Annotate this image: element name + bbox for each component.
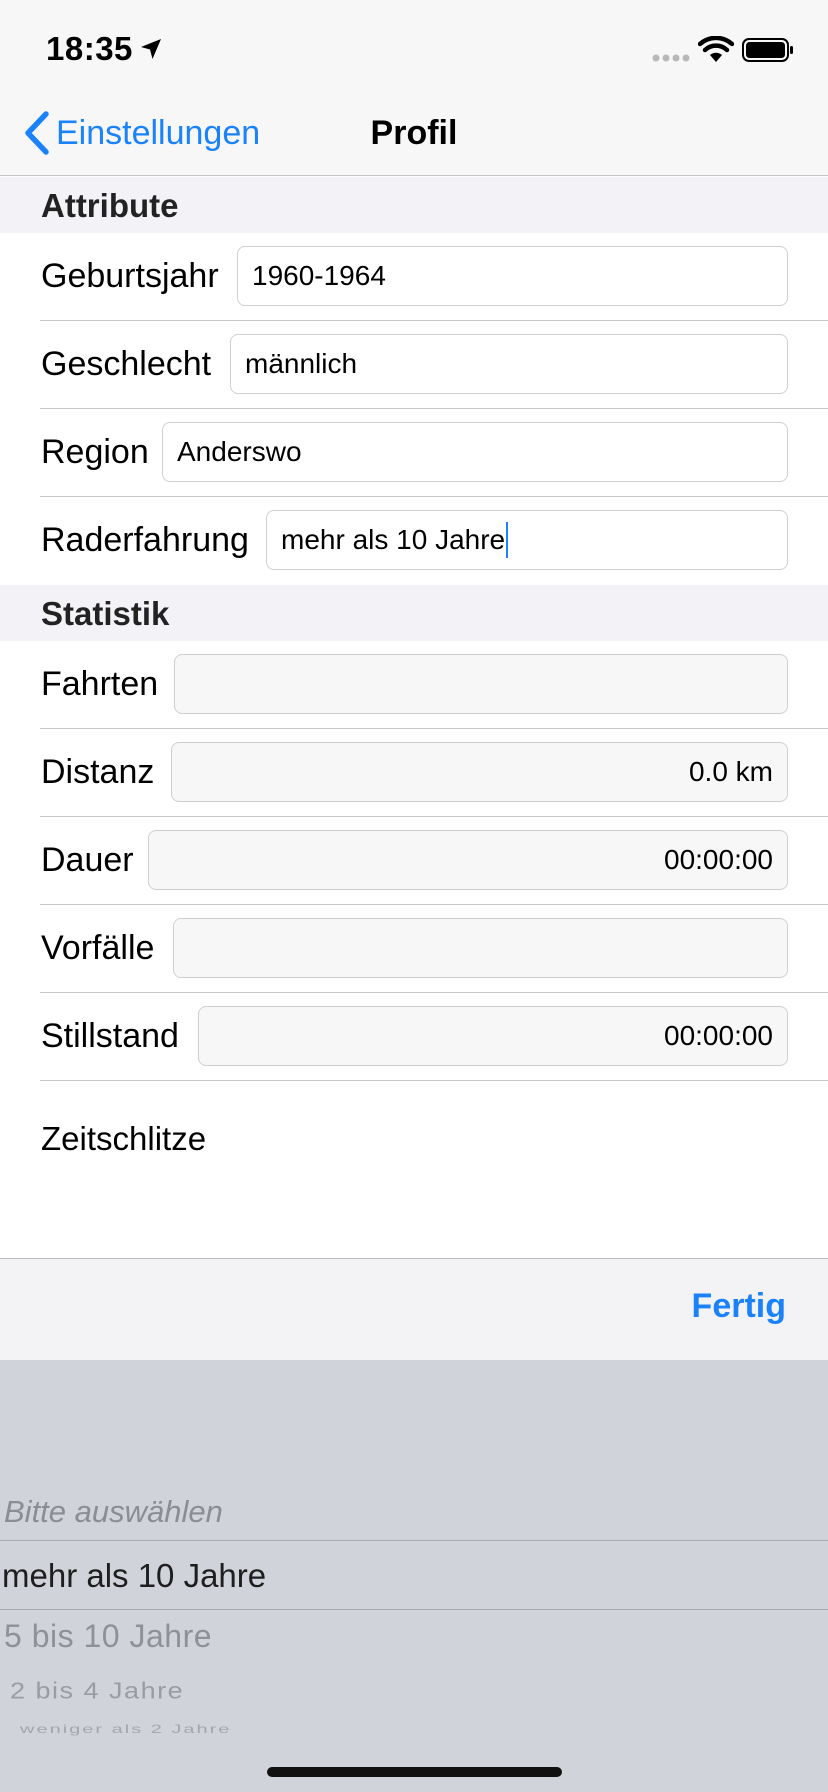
- row-dauer: Dauer 00:00:00: [0, 817, 828, 905]
- picker-selection-line-top: [0, 1540, 828, 1541]
- battery-icon: [742, 38, 793, 62]
- picker-option[interactable]: 2 bis 4 Jahre: [10, 1678, 184, 1705]
- signal-dots-icon: [652, 54, 690, 62]
- fahrten-field: [174, 654, 788, 714]
- row-label: Fahrten: [41, 665, 159, 703]
- row-label: Geburtsjahr: [41, 257, 219, 295]
- picker-option[interactable]: weniger als 2 Jahre: [20, 1723, 231, 1737]
- geschlecht-field[interactable]: männlich: [230, 334, 788, 394]
- field-value: 00:00:00: [664, 1020, 773, 1051]
- done-button[interactable]: Fertig: [692, 1287, 786, 1326]
- distanz-field: 0.0 km: [171, 742, 788, 802]
- field-value: männlich: [245, 348, 358, 379]
- row-label: Geschlecht: [41, 345, 212, 383]
- field-value: 00:00:00: [664, 844, 773, 875]
- row-stillstand: Stillstand 00:00:00: [0, 993, 828, 1081]
- section-title-attribute: Attribute: [41, 187, 179, 224]
- row-geburtsjahr: Geburtsjahr 1960-1964: [0, 233, 828, 321]
- field-value: mehr als 10 Jahre: [281, 524, 506, 555]
- row-label: Region: [41, 433, 149, 471]
- picker-option[interactable]: Bitte auswählen: [4, 1494, 223, 1530]
- picker-option-selected[interactable]: mehr als 10 Jahre: [2, 1557, 266, 1595]
- row-fahrten: Fahrten: [0, 641, 828, 729]
- home-indicator[interactable]: [267, 1767, 562, 1777]
- row-separator: [40, 1080, 828, 1081]
- field-value: 1960-1964: [252, 260, 386, 291]
- navigation-bar: Einstellungen Profil: [0, 100, 828, 176]
- geburtsjahr-field[interactable]: 1960-1964: [237, 246, 788, 306]
- wifi-icon: [698, 36, 734, 62]
- vorfaelle-field: [173, 918, 788, 978]
- row-region: Region Anderswo: [0, 409, 828, 497]
- picker-toolbar: Fertig: [0, 1258, 828, 1360]
- page-title: Profil: [370, 114, 458, 152]
- region-field[interactable]: Anderswo: [162, 422, 788, 482]
- picker-selection-line-bottom: [0, 1609, 828, 1610]
- stillstand-field: 00:00:00: [198, 1006, 788, 1066]
- row-raderfahrung: Raderfahrung mehr als 10 Jahre: [0, 497, 828, 585]
- zeitschlitze-label: Zeitschlitze: [41, 1120, 207, 1157]
- dauer-field: 00:00:00: [148, 830, 788, 890]
- row-distanz: Distanz 0.0 km: [0, 729, 828, 817]
- field-value: Anderswo: [177, 436, 302, 467]
- row-geschlecht: Geschlecht männlich: [0, 321, 828, 409]
- section-header-attribute: Attribute: [0, 177, 828, 233]
- text-cursor: [506, 522, 509, 558]
- raderfahrung-field[interactable]: mehr als 10 Jahre: [266, 510, 788, 570]
- status-time: 18:35: [46, 30, 133, 67]
- row-label: Vorfälle: [41, 929, 155, 967]
- field-value: 0.0 km: [688, 756, 773, 787]
- location-arrow-icon: [141, 39, 161, 59]
- row-vorfaelle: Vorfälle: [0, 905, 828, 993]
- row-label: Raderfahrung: [41, 521, 249, 559]
- picker-wheel[interactable]: Bitte auswählen mehr als 10 Jahre 5 bis …: [0, 1360, 828, 1792]
- section-header-statistik: Statistik: [0, 585, 828, 641]
- row-label: Distanz: [41, 753, 155, 791]
- section-title-statistik: Statistik: [41, 595, 170, 632]
- status-bar: 18:35: [0, 0, 828, 100]
- picker-option[interactable]: 5 bis 10 Jahre: [4, 1618, 212, 1655]
- row-label: Stillstand: [41, 1017, 179, 1055]
- row-label: Dauer: [41, 841, 134, 879]
